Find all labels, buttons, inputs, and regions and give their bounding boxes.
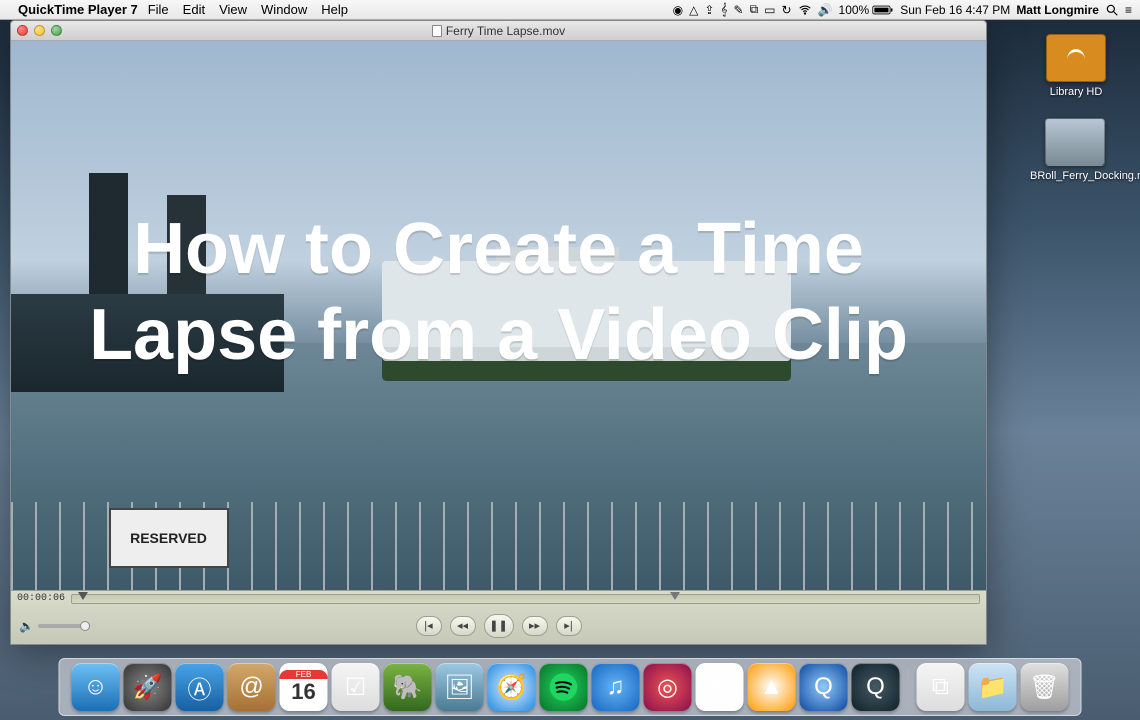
spotlight-icon[interactable]: [1105, 3, 1119, 17]
dock-app-contacts[interactable]: @: [228, 663, 276, 711]
dock-app-reminders[interactable]: ☑: [332, 663, 380, 711]
window-zoom-button[interactable]: [51, 25, 62, 36]
dock-app-appstore[interactable]: Ⓐ: [176, 663, 224, 711]
dock-app-evernote[interactable]: 🐘: [384, 663, 432, 711]
status-clock[interactable]: Sun Feb 16 4:47 PM: [900, 3, 1010, 17]
menu-edit[interactable]: Edit: [183, 2, 205, 17]
dock-app-photobooth[interactable]: ◎: [644, 663, 692, 711]
volume-slider[interactable]: [38, 624, 86, 628]
calendar-month: FEB: [280, 670, 328, 679]
window-close-button[interactable]: [17, 25, 28, 36]
video-title-overlay: How to Create a Time Lapse from a Video …: [11, 206, 986, 379]
scrubber[interactable]: [71, 594, 980, 604]
go-to-end-button[interactable]: ▸|: [556, 616, 582, 636]
player-controls: 00:00:06 🔈 |◂ ◂◂ ❚❚ ▸▸ ▸|: [11, 590, 986, 644]
status-username[interactable]: Matt Longmire: [1016, 3, 1099, 17]
timecode: 00:00:06: [17, 594, 67, 604]
dock-app-spotify[interactable]: [540, 663, 588, 711]
status-dropbox-icon[interactable]: ⧉: [750, 2, 759, 17]
menu-file[interactable]: File: [148, 2, 169, 17]
calendar-day: 16: [291, 679, 315, 705]
dock-app-calendar[interactable]: FEB 16: [280, 663, 328, 711]
dock-app-quicktime7[interactable]: Q: [800, 663, 848, 711]
movie-file-icon: [1045, 118, 1105, 166]
document-proxy-icon[interactable]: [432, 25, 442, 37]
desktop-icon-label: Library HD: [1036, 86, 1116, 98]
dock-app-launchpad[interactable]: 🚀: [124, 663, 172, 711]
notification-center-icon[interactable]: ≡: [1125, 3, 1132, 17]
battery-percent: 100%: [839, 3, 870, 17]
volume-knob[interactable]: [80, 621, 90, 631]
dock-separator: [908, 667, 909, 711]
status-wifi-sync-icon[interactable]: ⇪: [704, 3, 714, 17]
status-volume-icon[interactable]: 🔊: [818, 3, 833, 17]
mac-menubar: QuickTime Player 7 File Edit View Window…: [0, 0, 1140, 20]
menu-view[interactable]: View: [219, 2, 247, 17]
status-battery[interactable]: 100%: [839, 3, 895, 17]
status-airplay-icon[interactable]: ▭: [764, 3, 775, 17]
dock-app-vlc[interactable]: ▲: [748, 663, 796, 711]
quicktime-window: Ferry Time Lapse.mov RESERVED How to Cre…: [10, 20, 987, 645]
menu-help[interactable]: Help: [321, 2, 348, 17]
status-script-icon[interactable]: 𝄞: [720, 2, 727, 17]
dock-app-finder[interactable]: ☺: [72, 663, 120, 711]
out-point-marker[interactable]: [670, 592, 680, 600]
fast-forward-button[interactable]: ▸▸: [522, 616, 548, 636]
menu-window[interactable]: Window: [261, 2, 307, 17]
playhead-marker[interactable]: [78, 592, 88, 600]
dock: ☺ 🚀 Ⓐ @ FEB 16 ☑ 🐘 🖼 🧭 ♫ ◎ ✎ ▲ Q Q ⧉ 📁 🗑: [59, 658, 1082, 716]
desktop-icon-label: BRoll_Ferry_Docking.mov: [1030, 170, 1120, 182]
status-timemachine-icon[interactable]: ↻: [782, 3, 792, 17]
dock-app-itunes[interactable]: ♫: [592, 663, 640, 711]
dock-app-textedit[interactable]: ✎: [696, 663, 744, 711]
dock-app-safari[interactable]: 🧭: [488, 663, 536, 711]
dock-downloads-folder[interactable]: 📁: [969, 663, 1017, 711]
dock-app-quicktimex[interactable]: Q: [852, 663, 900, 711]
go-to-start-button[interactable]: |◂: [416, 616, 442, 636]
status-wifi-icon[interactable]: [798, 3, 812, 17]
desktop-file-broll-ferry[interactable]: BRoll_Ferry_Docking.mov: [1030, 118, 1120, 182]
drive-icon: [1046, 34, 1106, 82]
status-evernote-icon[interactable]: ✎: [734, 3, 744, 17]
window-title: Ferry Time Lapse.mov: [446, 24, 565, 38]
rewind-button[interactable]: ◂◂: [450, 616, 476, 636]
video-viewport[interactable]: RESERVED How to Create a Time Lapse from…: [11, 41, 986, 590]
dock-app-preview[interactable]: 🖼: [436, 663, 484, 711]
scene-sign: RESERVED: [109, 508, 229, 568]
app-name[interactable]: QuickTime Player 7: [18, 2, 138, 17]
dock-app-dropbox[interactable]: ⧉: [917, 663, 965, 711]
status-sync-icon[interactable]: ◉: [673, 3, 683, 17]
status-gdrive-icon[interactable]: △: [689, 3, 698, 17]
volume-control[interactable]: 🔈: [19, 619, 86, 633]
play-pause-button[interactable]: ❚❚: [484, 614, 514, 638]
window-titlebar[interactable]: Ferry Time Lapse.mov: [11, 21, 986, 41]
dock-trash[interactable]: 🗑: [1021, 663, 1069, 711]
volume-icon: 🔈: [19, 619, 34, 633]
desktop-drive-library-hd[interactable]: Library HD: [1036, 34, 1116, 98]
window-minimize-button[interactable]: [34, 25, 45, 36]
